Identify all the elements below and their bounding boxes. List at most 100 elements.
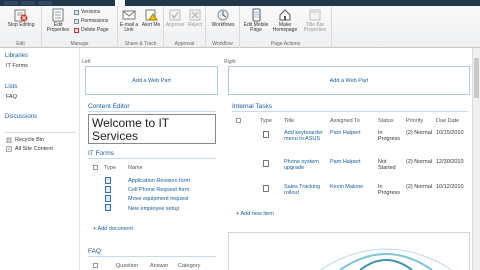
ribbon-group-manage: Edit Properties Versions Permissions Del…	[42, 6, 118, 48]
edit-properties-button[interactable]: Edit Properties	[44, 8, 72, 33]
task-due-date: 10/12/2010	[436, 184, 464, 190]
title-bar-label: Title Bar Properties	[303, 22, 327, 33]
faq-select-all-checkbox[interactable]	[93, 263, 98, 268]
group-label-workflow: Workflow	[212, 41, 233, 47]
scrollbar-thumb[interactable]	[474, 58, 479, 98]
ribbon-tab[interactable]	[38, 1, 52, 5]
approve-button[interactable]: Approve	[165, 8, 185, 28]
ribbon-tab[interactable]	[21, 1, 35, 5]
tasks-header-title[interactable]: Title	[284, 118, 294, 124]
list-item[interactable]: Move equipment request	[128, 196, 189, 202]
tasks-header-assigned-to[interactable]: Assigned To	[330, 118, 360, 124]
add-new-item-label: Add new item	[240, 211, 274, 217]
ribbon-group-page-actions: Edit Mobile Page Make Homepage Title Bar…	[240, 6, 332, 48]
it-forms-title[interactable]: IT Forms	[88, 150, 114, 157]
task-priority: (2) Normal	[406, 130, 432, 136]
make-homepage-button[interactable]: Make Homepage	[272, 8, 298, 33]
faq-header-question[interactable]: Question	[116, 263, 138, 269]
task-title[interactable]: Sales Tracking rollout	[284, 184, 324, 196]
nav-item-it-forms[interactable]: IT Forms	[6, 63, 28, 69]
zone-label-right: Right	[224, 59, 236, 65]
ribbon-group-share: E-mail a Link Alert Me Share & Track	[118, 6, 164, 48]
decorative-image	[319, 248, 453, 270]
task-assigned[interactable]: Pam Halpert	[330, 159, 361, 165]
edit-mobile-label: Edit Mobile Page	[243, 22, 269, 33]
internal-tasks-title[interactable]: Internal Tasks	[232, 103, 272, 110]
faq-header-category[interactable]: Category	[178, 263, 200, 269]
tasks-header-type[interactable]: Type	[260, 118, 272, 124]
task-title[interactable]: Add keyboarder menu to ASUS	[284, 130, 324, 142]
vertical-scrollbar[interactable]	[472, 48, 480, 270]
it-forms-divider	[88, 158, 216, 159]
internal-tasks-divider	[232, 111, 468, 112]
add-document-label: Add document	[97, 226, 133, 232]
workflows-button[interactable]: Workflows	[208, 8, 238, 28]
task-icon	[263, 185, 269, 192]
tasks-header-status[interactable]: Status	[378, 118, 394, 124]
add-web-part-left[interactable]: Add a Web Part	[86, 78, 217, 84]
nav-lists[interactable]: Lists	[5, 84, 17, 90]
nav-item-recycle-bin[interactable]: Recycle Bin	[6, 137, 44, 143]
approve-icon	[169, 9, 181, 21]
content-editor-title[interactable]: Content Editor	[88, 103, 130, 110]
faq-header-answer[interactable]: Answer	[150, 263, 168, 269]
recycle-bin-icon	[6, 137, 12, 143]
task-icon	[263, 131, 269, 138]
nav-libraries[interactable]: Libraries	[5, 53, 28, 59]
nav-divider	[4, 132, 76, 133]
add-new-item-link[interactable]: + Add new item	[236, 211, 274, 217]
list-item[interactable]: Cell Phone Request form	[128, 187, 189, 193]
task-status: In Progress	[378, 184, 401, 196]
recycle-bin-label: Recycle Bin	[15, 137, 45, 143]
tasks-header-priority[interactable]: Priority	[406, 118, 423, 124]
stop-editing-icon	[14, 9, 28, 22]
add-document-link[interactable]: + Add document	[93, 226, 133, 232]
zone-label-left: Left	[82, 59, 91, 65]
approve-label: Approve	[165, 22, 185, 28]
it-forms-select-all-checkbox[interactable]	[93, 165, 98, 170]
task-status: Not Started	[378, 159, 396, 171]
title-bar-icon	[309, 9, 321, 21]
left-zone-box: Add a Web Part	[85, 66, 218, 95]
it-forms-header-type[interactable]: Type	[104, 165, 116, 171]
email-link-button[interactable]: E-mail a Link	[119, 8, 139, 33]
ribbon-group-workflow: Workflows Workflow	[206, 6, 240, 48]
content-editor-divider	[88, 111, 216, 112]
all-site-content-icon	[6, 146, 12, 152]
tasks-select-all-checkbox[interactable]	[236, 118, 241, 123]
alert-icon	[145, 9, 158, 21]
tasks-header-due-date[interactable]: Due Date	[436, 118, 459, 124]
list-item[interactable]: Application Revision form	[128, 178, 190, 184]
task-assigned[interactable]: Kevin Malone	[330, 184, 363, 190]
alert-me-label: Alert Me	[141, 22, 161, 28]
email-icon	[122, 10, 136, 20]
title-bar-properties-button[interactable]: Title Bar Properties	[300, 8, 330, 33]
reject-button[interactable]: Reject	[185, 8, 205, 28]
nav-item-all-site-content[interactable]: All Site Content	[6, 146, 53, 152]
group-label-page-actions: Page Actions	[270, 41, 301, 47]
task-status: In Progress	[378, 130, 401, 142]
welcome-text-box[interactable]: Welcome to IT Services	[88, 114, 216, 144]
group-label-manage: Manage	[70, 41, 89, 47]
task-title[interactable]: Phone system upgrade	[284, 159, 324, 171]
ribbon-tab[interactable]	[4, 1, 18, 5]
faq-title[interactable]: FAQ	[88, 248, 101, 255]
delete-page-button[interactable]: Delete Page	[74, 27, 109, 33]
task-icon	[263, 160, 269, 167]
list-item[interactable]: New employee setup	[128, 206, 179, 212]
group-label-share: Share & Track	[124, 41, 157, 47]
reject-label: Reject	[187, 22, 203, 28]
task-due-date: 12/30/2010	[436, 159, 464, 165]
add-web-part-right[interactable]: Add a Web Part	[229, 78, 469, 84]
it-forms-header-name[interactable]: Name	[128, 165, 143, 171]
edit-mobile-page-button[interactable]: Edit Mobile Page	[242, 8, 270, 33]
stop-editing-button[interactable]: Stop Editing	[3, 8, 39, 28]
document-icon	[105, 186, 111, 193]
nav-item-faq[interactable]: FAQ	[6, 94, 17, 100]
task-assigned[interactable]: Pam Halpert	[330, 130, 361, 136]
nav-discussions[interactable]: Discussions	[5, 114, 37, 120]
quick-launch: Libraries IT Forms Lists FAQ Discussions…	[0, 48, 80, 270]
permissions-button[interactable]: Permissions	[74, 18, 108, 24]
alert-me-button[interactable]: Alert Me	[141, 8, 161, 28]
versions-button[interactable]: Versions	[74, 9, 100, 15]
